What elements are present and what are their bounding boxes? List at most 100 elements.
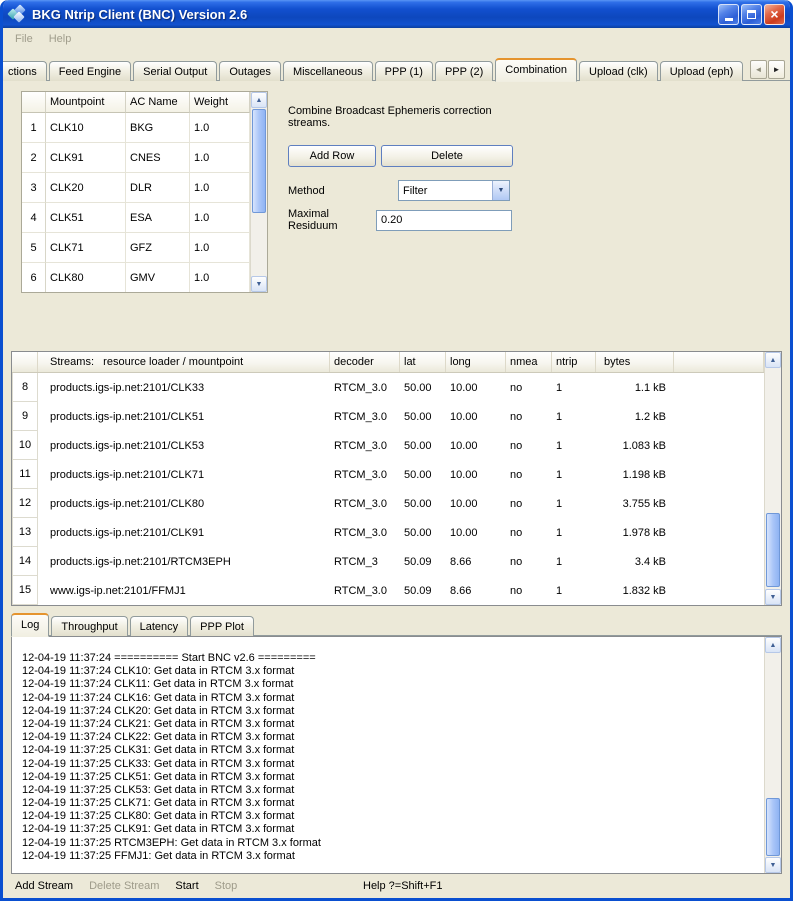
row-number-cell: 5: [22, 233, 46, 263]
combination-scrollbar[interactable]: ▲ ▼: [250, 92, 267, 292]
scroll-thumb[interactable]: [766, 513, 780, 587]
scroll-down-button[interactable]: ▼: [765, 857, 781, 873]
tab-feed-engine[interactable]: Feed Engine: [49, 61, 131, 81]
maximal-residuum-input[interactable]: [376, 210, 512, 231]
table-cell: RTCM_3.0: [330, 518, 400, 547]
tab-log[interactable]: Log: [11, 613, 49, 637]
scroll-down-button[interactable]: ▼: [251, 276, 267, 292]
tab-scrollers: ◄ ►: [749, 60, 785, 79]
add-row-button[interactable]: Add Row: [288, 145, 376, 167]
table-cell: products.igs-ip.net:2101/CLK80: [38, 489, 330, 518]
tab-upload-eph[interactable]: Upload (eph): [660, 61, 744, 81]
table-cell: 50.00: [400, 489, 446, 518]
table-cell: 10.00: [446, 373, 506, 402]
streams-scrollbar[interactable]: ▲ ▼: [764, 352, 781, 605]
menu-help[interactable]: Help: [41, 31, 80, 47]
combination-row[interactable]: 2CLK91CNES1.0: [22, 143, 250, 173]
table-cell: CNES: [126, 143, 190, 173]
table-cell: no: [506, 547, 552, 576]
corner-header-cell: [22, 92, 46, 113]
combination-row[interactable]: 4CLK51ESA1.0: [22, 203, 250, 233]
table-cell: ESA: [126, 203, 190, 233]
add-stream-button[interactable]: Add Stream: [15, 880, 73, 892]
tab-ppp-1[interactable]: PPP (1): [375, 61, 433, 81]
log-line: 12-04-19 11:37:25 CLK80: Get data in RTC…: [22, 810, 760, 823]
table-cell-filler: [674, 460, 764, 489]
table-cell: 1.0: [190, 203, 250, 233]
arrow-down-icon: ▼: [770, 862, 777, 869]
window-title: BKG Ntrip Client (BNC) Version 2.6: [32, 7, 718, 22]
table-cell-filler: [674, 489, 764, 518]
row-number-cell: 4: [22, 203, 46, 233]
statusbar-actions: Add StreamDelete StreamStartStop: [15, 880, 253, 892]
tab-combination[interactable]: Combination: [495, 58, 577, 82]
method-select[interactable]: Filter ▼: [398, 180, 510, 201]
scroll-down-button[interactable]: ▼: [765, 589, 781, 605]
combo-dropdown-button[interactable]: ▼: [492, 181, 509, 200]
tab-scroll-right-button[interactable]: ►: [768, 60, 785, 79]
tab-ppp-plot[interactable]: PPP Plot: [190, 616, 254, 636]
combination-row[interactable]: 6CLK80GMV1.0: [22, 263, 250, 292]
scroll-up-button[interactable]: ▲: [765, 637, 781, 653]
scroll-track[interactable]: [765, 653, 781, 857]
scroll-track[interactable]: [251, 108, 267, 276]
start-button[interactable]: Start: [175, 880, 198, 892]
stream-row[interactable]: 8products.igs-ip.net:2101/CLK33RTCM_3.05…: [12, 373, 764, 402]
tab-miscellaneous[interactable]: Miscellaneous: [283, 61, 373, 81]
app-icon: [9, 6, 26, 22]
stream-row[interactable]: 9products.igs-ip.net:2101/CLK51RTCM_3.05…: [12, 402, 764, 431]
close-button[interactable]: ×: [764, 4, 785, 25]
column-header-decoder: decoder: [330, 352, 400, 372]
method-row: Method Filter ▼: [288, 180, 520, 201]
table-cell: 8.66: [446, 576, 506, 605]
table-cell: no: [506, 489, 552, 518]
stream-row[interactable]: 14products.igs-ip.net:2101/RTCM3EPHRTCM_…: [12, 547, 764, 576]
tab-scroll-left-button[interactable]: ◄: [750, 60, 767, 79]
table-cell-filler: [674, 547, 764, 576]
combination-pane: MountpointAC NameWeight 1CLK10BKG1.02CLK…: [3, 81, 790, 347]
table-cell: no: [506, 518, 552, 547]
combination-row[interactable]: 5CLK71GFZ1.0: [22, 233, 250, 263]
tab-outages[interactable]: Outages: [219, 61, 281, 81]
combination-row[interactable]: 3CLK20DLR1.0: [22, 173, 250, 203]
scroll-up-button[interactable]: ▲: [251, 92, 267, 108]
table-cell: CLK10: [46, 113, 126, 143]
scroll-track[interactable]: [765, 368, 781, 589]
tab-ctions[interactable]: ctions: [3, 61, 47, 81]
table-cell: 10.00: [446, 402, 506, 431]
table-cell: CLK71: [46, 233, 126, 263]
column-header-nmea: nmea: [506, 352, 552, 372]
tab-serial-output[interactable]: Serial Output: [133, 61, 217, 81]
log-content: 12-04-19 11:37:24 ========== Start BNC v…: [12, 637, 764, 873]
scroll-thumb[interactable]: [252, 109, 266, 213]
column-header-lat: lat: [400, 352, 446, 372]
stream-row[interactable]: 10products.igs-ip.net:2101/CLK53RTCM_3.0…: [12, 431, 764, 460]
stop-button: Stop: [215, 880, 238, 892]
scroll-thumb[interactable]: [766, 798, 780, 856]
menu-file[interactable]: File: [7, 31, 41, 47]
stream-row[interactable]: 11products.igs-ip.net:2101/CLK71RTCM_3.0…: [12, 460, 764, 489]
minimize-button[interactable]: [718, 4, 739, 25]
chevron-down-icon: ▼: [498, 187, 505, 194]
tab-ppp-2[interactable]: PPP (2): [435, 61, 493, 81]
maximize-button[interactable]: [741, 4, 762, 25]
close-icon: ×: [770, 7, 778, 21]
stream-row[interactable]: 12products.igs-ip.net:2101/CLK80RTCM_3.0…: [12, 489, 764, 518]
table-cell: 1.2 kB: [596, 402, 674, 431]
stream-row[interactable]: 13products.igs-ip.net:2101/CLK91RTCM_3.0…: [12, 518, 764, 547]
combination-table-header: MountpointAC NameWeight: [22, 92, 250, 113]
corner-header-cell: [12, 352, 38, 372]
combination-row[interactable]: 1CLK10BKG1.0: [22, 113, 250, 143]
scroll-up-button[interactable]: ▲: [765, 352, 781, 368]
table-cell: 1: [552, 402, 596, 431]
column-header-ntrip: ntrip: [552, 352, 596, 372]
delete-button[interactable]: Delete: [381, 145, 513, 167]
tab-throughput[interactable]: Throughput: [51, 616, 127, 636]
table-cell: CLK80: [46, 263, 126, 292]
table-cell: 1: [552, 518, 596, 547]
tab-latency[interactable]: Latency: [130, 616, 189, 636]
stream-row[interactable]: 15www.igs-ip.net:2101/FFMJ1RTCM_3.050.09…: [12, 576, 764, 605]
log-scrollbar[interactable]: ▲ ▼: [764, 637, 781, 873]
tab-upload-clk[interactable]: Upload (clk): [579, 61, 658, 81]
log-line: 12-04-19 11:37:24 CLK11: Get data in RTC…: [22, 678, 760, 691]
